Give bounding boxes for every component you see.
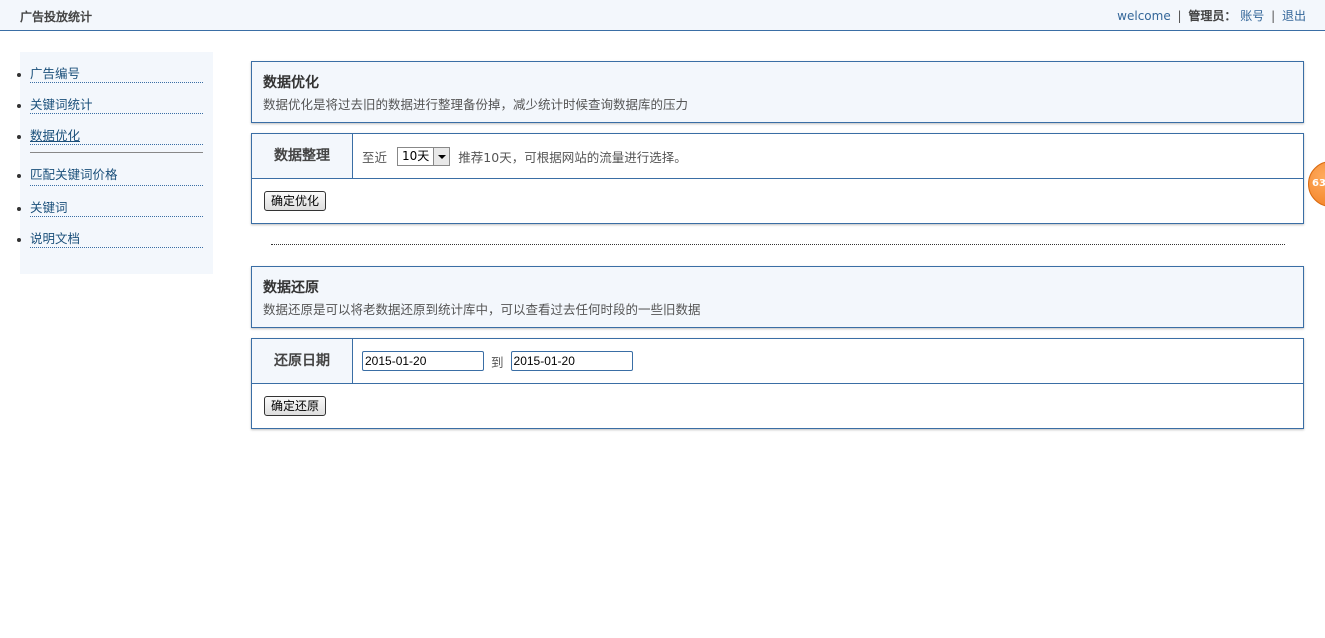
separator: | — [1271, 9, 1276, 23]
role-label: 管理员： — [1188, 9, 1237, 23]
section-title: 数据还原 — [263, 280, 319, 296]
account-link[interactable]: 账号 — [1240, 9, 1264, 23]
confirm-restore-button[interactable]: 确定还原 — [264, 396, 327, 416]
section-title: 数据优化 — [263, 75, 319, 91]
top-bar: 广告投放统计 welcome | 管理员： 账号 | 退出 — [0, 0, 1325, 31]
sidebar-item-docs[interactable]: 说明文档 — [17, 217, 203, 248]
section-description: 数据还原是可以将老数据还原到统计库中，可以查看过去任何时段的一些旧数据 — [263, 302, 701, 317]
start-date-input[interactable] — [362, 351, 484, 371]
user-bar: welcome | 管理员： 账号 | 退出 — [1117, 7, 1306, 24]
sidebar-item-keyword-stats[interactable]: 关键词统计 — [17, 83, 203, 114]
sidebar-item-label[interactable]: 广告编号 — [30, 66, 80, 81]
date-range-separator: 到 — [491, 354, 504, 370]
form-row: 还原日期 到 — [252, 339, 1303, 384]
restore-info-panel: 数据还原 数据还原是可以将老数据还原到统计库中，可以查看过去任何时段的一些旧数据 — [251, 266, 1304, 328]
sidebar-item-label[interactable]: 说明文档 — [30, 231, 80, 246]
floating-badge[interactable]: 63 — [1308, 161, 1325, 207]
end-date-input[interactable] — [510, 351, 633, 371]
sidebar-item-ad-number[interactable]: 广告编号 — [17, 52, 203, 83]
section-divider — [271, 244, 1285, 245]
form-row: 数据整理 至近 10天 推荐10天，可根据网站的流量进行选择。 — [252, 134, 1303, 179]
sidebar-divider — [30, 145, 203, 153]
days-select-value: 10天 — [402, 148, 430, 163]
field-label: 数据整理 — [252, 134, 353, 178]
confirm-optimize-button[interactable]: 确定优化 — [264, 191, 327, 211]
chevron-down-icon[interactable] — [433, 147, 450, 165]
field-label: 还原日期 — [252, 339, 353, 383]
days-select[interactable]: 10天 — [397, 146, 451, 166]
sidebar-group-tools: 匹配关键词价格 关键词 说明文档 — [17, 153, 213, 248]
separator: | — [1177, 9, 1182, 23]
date-range-field: 到 — [362, 339, 633, 383]
sidebar: 广告编号 关键词统计 数据优化 匹配关键词价格 关键词 说明文档 — [17, 52, 213, 274]
logout-link[interactable]: 退出 — [1282, 9, 1306, 23]
sidebar-item-label[interactable]: 关键词 — [30, 200, 68, 215]
sidebar-item-keywords[interactable]: 关键词 — [17, 186, 203, 217]
form-actions: 确定优化 — [252, 179, 1303, 223]
welcome-link[interactable]: welcome — [1117, 9, 1171, 23]
site-title: 广告投放统计 — [20, 10, 93, 24]
sidebar-group-main: 广告编号 关键词统计 数据优化 — [17, 52, 213, 145]
form-actions: 确定还原 — [252, 384, 1303, 428]
optimize-form: 数据整理 至近 10天 推荐10天，可根据网站的流量进行选择。 确定优化 — [251, 133, 1304, 224]
range-hint: 推荐10天，可根据网站的流量进行选择。 — [458, 149, 687, 165]
sidebar-item-label[interactable]: 数据优化 — [30, 128, 80, 143]
range-prefix: 至近 — [362, 149, 388, 165]
sidebar-item-label[interactable]: 关键词统计 — [30, 97, 93, 112]
sidebar-item-match-keyword-price[interactable]: 匹配关键词价格 — [17, 153, 203, 186]
range-field: 至近 10天 推荐10天，可根据网站的流量进行选择。 — [362, 134, 687, 178]
sidebar-item-label[interactable]: 匹配关键词价格 — [30, 167, 118, 182]
restore-form: 还原日期 到 确定还原 — [251, 338, 1304, 429]
optimize-info-panel: 数据优化 数据优化是将过去旧的数据进行整理备份掉，减少统计时候查询数据库的压力 — [251, 61, 1304, 123]
section-description: 数据优化是将过去旧的数据进行整理备份掉，减少统计时候查询数据库的压力 — [263, 97, 689, 112]
sidebar-item-data-optimize[interactable]: 数据优化 — [17, 114, 203, 145]
